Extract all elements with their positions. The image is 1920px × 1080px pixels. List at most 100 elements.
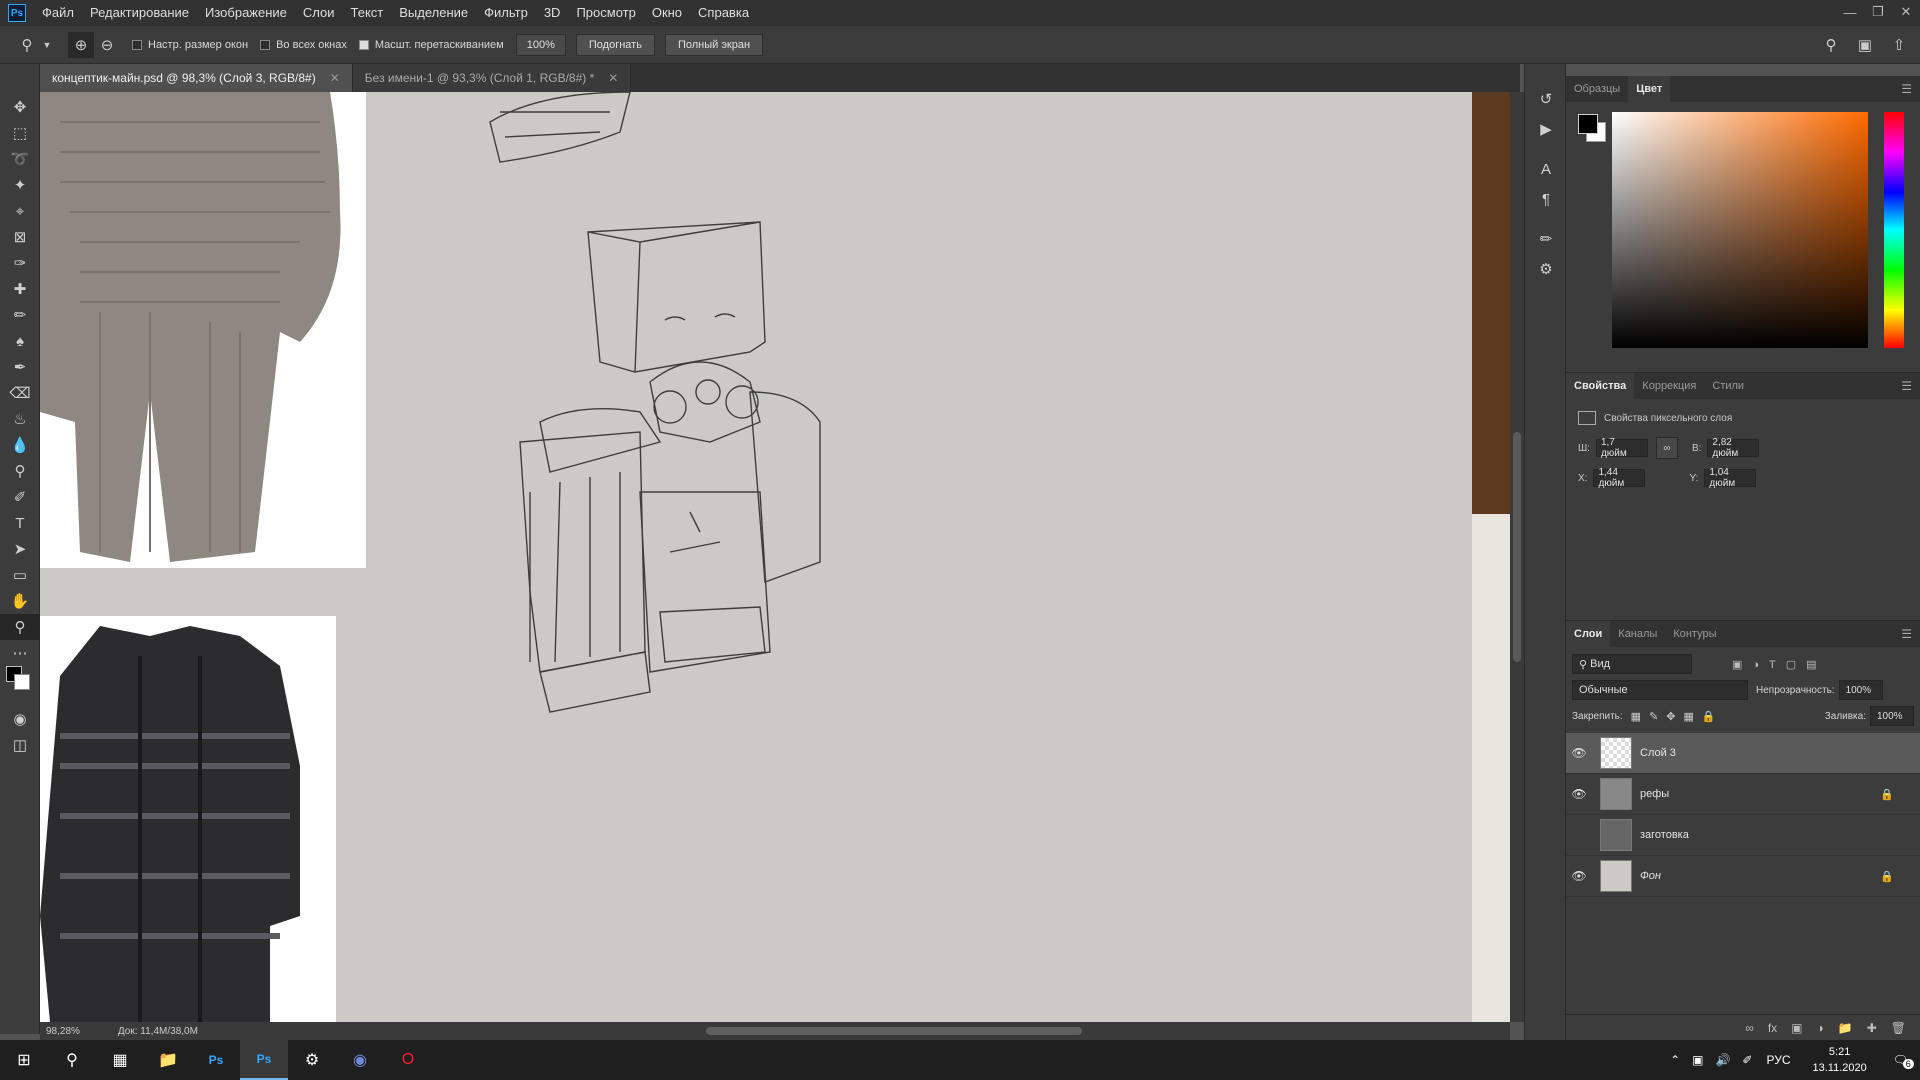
menu-edit[interactable]: Редактирование [82,0,197,26]
new-layer-icon[interactable]: ✚ [1867,1021,1877,1035]
fill-field[interactable]: 100% [1870,706,1914,726]
y-field[interactable]: 1,04 дюйм [1704,467,1757,489]
chevron-down-icon[interactable]: ▼ [40,32,54,58]
brush-settings-icon[interactable]: ✏ [1525,224,1567,254]
delete-layer-icon[interactable]: 🗑 [1891,1021,1906,1035]
photoshop-active-taskbar-icon[interactable]: Ps [240,1040,288,1080]
zoom-level-readout[interactable]: 98,28% [46,1026,80,1037]
move-tool-icon[interactable]: ✥ [0,94,40,120]
all-windows-checkbox[interactable]: Во всех окнах [260,39,347,51]
menu-file[interactable]: Файл [34,0,82,26]
opacity-field[interactable]: 100% [1838,680,1883,700]
zoom-tool-icon[interactable]: ⚲ [0,614,40,640]
search-icon[interactable]: ⚲ [48,1040,96,1080]
menu-window[interactable]: Окно [644,0,690,26]
more-tools-icon[interactable]: ⋯ [0,640,40,666]
frame-tool-icon[interactable]: ⊠ [0,224,40,250]
task-view-icon[interactable]: ▦ [96,1040,144,1080]
lock-icons[interactable]: ▦✎✥▦🔒 [1631,710,1724,723]
menu-view[interactable]: Просмотр [568,0,643,26]
fit-screen-button[interactable]: Подогнать [575,33,655,56]
foreground-color-swatch[interactable] [1578,114,1598,134]
fx-icon[interactable]: fx [1768,1021,1777,1035]
volume-icon[interactable]: 🔊 [1715,1053,1730,1067]
tab-channels[interactable]: Каналы [1610,621,1665,647]
tab-color[interactable]: Цвет [1628,76,1671,102]
color-field[interactable] [1612,112,1868,348]
layer-row[interactable]: 👁 рефы 🔒 [1566,774,1920,815]
share-icon[interactable]: ⇧ [1886,32,1912,58]
vertical-scrollbar[interactable] [1510,92,1524,1022]
new-group-icon[interactable]: 📁 [1838,1021,1853,1035]
adjustment-layer-icon[interactable]: ◑ [1817,1021,1824,1035]
tab-adjustments[interactable]: Коррекция [1634,373,1704,399]
opera-icon[interactable]: O [384,1040,432,1080]
menu-layers[interactable]: Слои [295,0,343,26]
scrubby-zoom-checkbox[interactable]: Масшт. перетаскиванием [358,39,504,51]
zoom-out-icon[interactable]: ⊖ [94,32,120,58]
tab-swatches[interactable]: Образцы [1566,76,1628,102]
magic-wand-tool-icon[interactable]: ✦ [0,172,40,198]
tab-paths[interactable]: Контуры [1665,621,1724,647]
close-icon[interactable]: ✕ [1892,0,1920,24]
tab-document-1[interactable]: концептик-майн.psd @ 98,3% (Слой 3, RGB/… [40,64,353,92]
color-swatches[interactable] [6,666,39,706]
panel-menu-icon[interactable]: ☰ [1901,379,1912,393]
photoshop-taskbar-icon[interactable]: Ps [192,1040,240,1080]
blur-tool-icon[interactable]: 💧 [0,432,40,458]
layer-row[interactable]: заготовка [1566,815,1920,856]
menu-filter[interactable]: Фильтр [476,0,536,26]
menu-3d[interactable]: 3D [536,0,569,26]
clock[interactable]: 5:21 13.11.2020 [1813,1044,1867,1076]
height-field[interactable]: 2,82 дюйм [1707,437,1760,459]
eye-icon[interactable]: 👁 [1566,746,1592,760]
tab-document-2[interactable]: Без имени-1 @ 93,3% (Слой 1, RGB/8#) * ✕ [352,64,632,92]
eye-icon[interactable]: 👁 [1566,787,1592,801]
panel-menu-icon[interactable]: ☰ [1901,82,1912,96]
resize-windows-checkbox[interactable]: Настр. размер окон [132,39,248,51]
history-brush-tool-icon[interactable]: ✒ [0,354,40,380]
discord-icon[interactable]: ◉ [336,1040,384,1080]
menu-image[interactable]: Изображение [197,0,295,26]
x-field[interactable]: 1,44 дюйм [1593,467,1646,489]
blend-mode-dropdown[interactable]: Обычные [1572,680,1748,700]
document-canvas[interactable] [40,92,1510,1022]
restore-icon[interactable]: ❐ [1864,0,1892,24]
link-layers-icon[interactable]: ∞ [1745,1021,1754,1035]
actions-panel-icon[interactable]: ▶ [1525,114,1567,144]
link-icon[interactable]: ∞ [1655,437,1678,459]
add-mask-icon[interactable]: ▣ [1791,1021,1802,1035]
stamp-tool-icon[interactable]: ♠ [0,328,40,354]
character-panel-icon[interactable]: A [1525,154,1567,184]
background-swatch[interactable] [14,674,30,690]
healing-brush-tool-icon[interactable]: ✚ [0,276,40,302]
quick-mask-icon[interactable]: ◉ [0,706,40,732]
eye-icon[interactable]: 👁 [1566,869,1592,883]
vertical-scroll-thumb[interactable] [1513,432,1521,662]
eraser-tool-icon[interactable]: ⌫ [0,380,40,406]
menu-help[interactable]: Справка [690,0,757,26]
steam-icon[interactable]: ⚙ [288,1040,336,1080]
network-icon[interactable]: ▣ [1692,1053,1703,1067]
panel-menu-icon[interactable]: ☰ [1901,627,1912,641]
file-explorer-icon[interactable]: 📁 [144,1040,192,1080]
minimize-icon[interactable]: — [1836,0,1864,24]
path-selection-tool-icon[interactable]: ➤ [0,536,40,562]
language-indicator[interactable]: РУС [1766,1053,1790,1067]
dodge-tool-icon[interactable]: ⚲ [0,458,40,484]
chevron-up-icon[interactable]: ⌃ [1670,1053,1680,1067]
crop-tool-icon[interactable]: ⌖ [0,198,40,224]
pen-icon[interactable]: ✐ [1742,1053,1752,1067]
type-tool-icon[interactable]: T [0,510,40,536]
close-tab-icon[interactable]: ✕ [608,71,618,85]
hue-slider[interactable] [1884,112,1904,348]
tab-layers[interactable]: Слои [1566,621,1611,647]
tab-properties[interactable]: Свойства [1566,373,1635,399]
history-panel-icon[interactable]: ↺ [1525,84,1567,114]
windows-start-icon[interactable]: ⊞ [0,1040,48,1080]
horizontal-scroll-thumb[interactable] [706,1027,1082,1035]
zoom-tool-icon[interactable]: ⚲ [14,32,40,58]
menu-select[interactable]: Выделение [391,0,476,26]
pen-tool-icon[interactable]: ✐ [0,484,40,510]
horizontal-scrollbar[interactable] [320,1027,1520,1035]
